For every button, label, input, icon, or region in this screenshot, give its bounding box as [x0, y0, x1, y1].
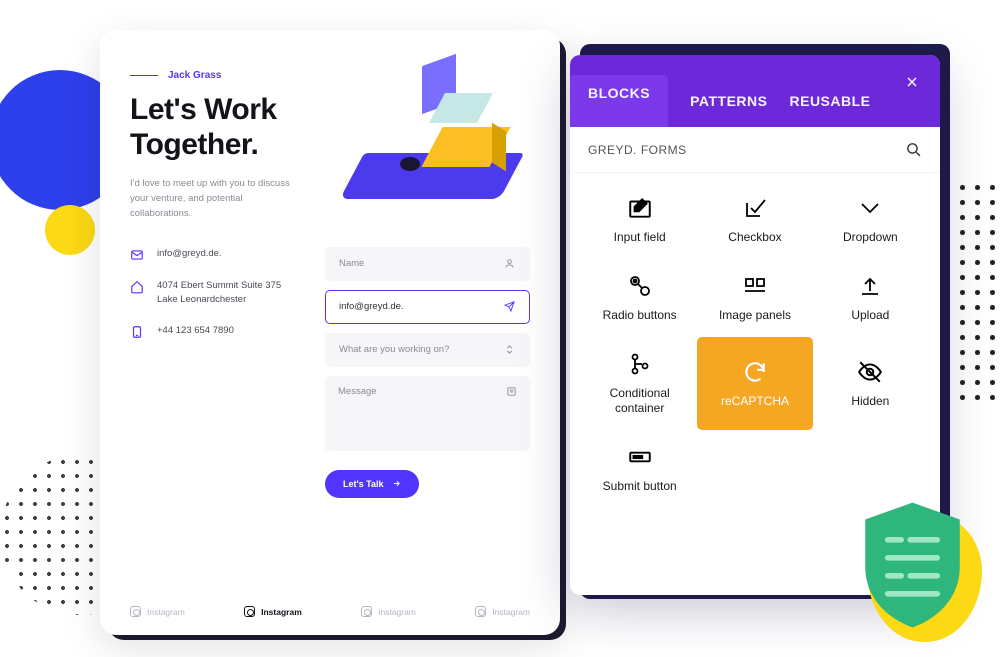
home-icon	[130, 280, 144, 294]
conditional-icon	[627, 351, 653, 377]
block-radio-buttons[interactable]: Radio buttons	[582, 259, 697, 337]
updown-icon	[504, 344, 516, 356]
phone-icon	[130, 325, 144, 339]
contact-address: 4074 Ebert Summit Suite 375 Lake Leonard…	[130, 279, 300, 308]
block-dropdown[interactable]: Dropdown	[813, 181, 928, 259]
blocks-section-header: GREYD. FORMS	[570, 127, 940, 173]
radio-icon	[627, 273, 653, 299]
social-instagram-4[interactable]: Instagram	[475, 606, 530, 617]
contact-card: Jack Grass Let's Work Together. I'd love…	[100, 30, 560, 635]
email-input[interactable]: info@greyd.de.	[325, 290, 530, 324]
name-input[interactable]: Name	[325, 247, 530, 281]
social-instagram-3[interactable]: Instagram	[361, 606, 416, 617]
search-icon[interactable]	[905, 141, 922, 158]
page-subtext: I'd love to meet up with you to discuss …	[130, 176, 300, 222]
contact-phone: +44 123 654 7890	[130, 324, 300, 339]
block-recaptcha[interactable]: reCAPTCHA	[697, 337, 812, 430]
instagram-icon	[361, 606, 372, 617]
tab-patterns[interactable]: PATTERNS	[690, 93, 767, 127]
social-instagram-2[interactable]: Instagram	[244, 606, 302, 617]
social-instagram-1[interactable]: Instagram	[130, 606, 185, 617]
mail-icon	[130, 248, 144, 262]
contact-email: info@greyd.de.	[130, 247, 300, 262]
blocks-panel-header: BLOCKS PATTERNS REUSABLE	[570, 55, 940, 127]
isometric-illustration	[332, 55, 552, 225]
block-image-panels[interactable]: Image panels	[697, 259, 812, 337]
contact-form: Name info@greyd.de. What are you working…	[325, 247, 530, 588]
checkbox-icon	[742, 195, 768, 221]
instagram-icon	[475, 606, 486, 617]
instagram-icon	[244, 606, 255, 617]
input-field-icon	[627, 195, 653, 221]
instagram-icon	[130, 606, 141, 617]
user-icon	[504, 258, 516, 270]
contact-info-column: info@greyd.de. 4074 Ebert Summit Suite 3…	[130, 247, 300, 588]
block-checkbox[interactable]: Checkbox	[697, 181, 812, 259]
upload-icon	[857, 273, 883, 299]
shield-badge	[855, 497, 970, 632]
dropdown-icon	[857, 195, 883, 221]
recaptcha-icon	[742, 359, 768, 385]
topic-select[interactable]: What are you working on?	[325, 333, 530, 367]
section-label: GREYD. FORMS	[588, 143, 687, 157]
send-icon	[504, 301, 516, 313]
tab-reusable[interactable]: REUSABLE	[790, 93, 871, 127]
block-submit-button[interactable]: Submit button	[582, 430, 697, 508]
hidden-icon	[857, 359, 883, 385]
message-textarea[interactable]: Message	[325, 376, 530, 451]
block-conditional-container[interactable]: Conditional container	[582, 337, 697, 430]
image-panels-icon	[742, 273, 768, 299]
submit-button[interactable]: Let's Talk	[325, 470, 419, 498]
social-links: Instagram Instagram Instagram Instagram	[130, 588, 530, 617]
bg-yellow-circle	[45, 205, 95, 255]
close-button[interactable]	[902, 69, 922, 89]
panel-tabs: BLOCKS PATTERNS REUSABLE	[588, 69, 871, 127]
block-input-field[interactable]: Input field	[582, 181, 697, 259]
block-upload[interactable]: Upload	[813, 259, 928, 337]
block-hidden[interactable]: Hidden	[813, 337, 928, 430]
note-icon	[506, 386, 517, 400]
tab-blocks[interactable]: BLOCKS	[570, 75, 668, 127]
submit-button-icon	[627, 444, 653, 470]
